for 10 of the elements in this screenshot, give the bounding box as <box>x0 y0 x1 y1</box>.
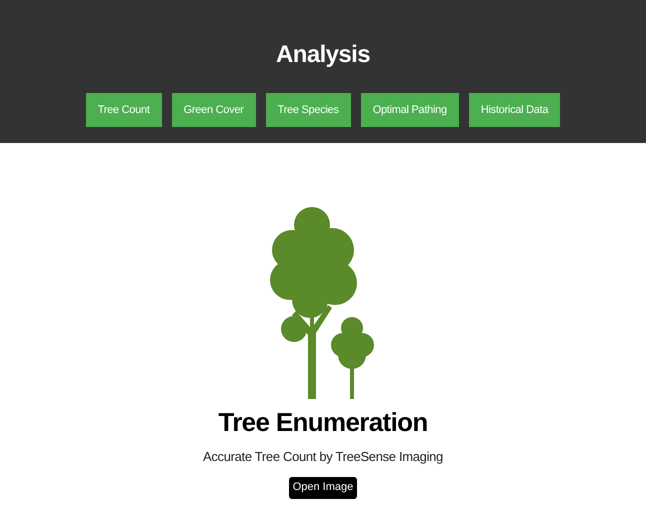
hero-subtitle: Accurate Tree Count by TreeSense Imaging <box>203 448 443 466</box>
tree-icon <box>270 205 376 399</box>
nav-button[interactable]: Tree Species <box>266 93 351 127</box>
nav-button[interactable]: Green Cover <box>172 93 256 127</box>
nav-button[interactable]: Tree Count <box>86 93 162 127</box>
hero-title: Tree Enumeration <box>218 407 428 437</box>
nav-button[interactable]: Historical Data <box>468 93 560 127</box>
page-title: Analysis <box>276 40 370 70</box>
open-image-button[interactable]: Open Image <box>288 476 358 498</box>
nav-button[interactable]: Optimal Pathing <box>360 93 459 127</box>
